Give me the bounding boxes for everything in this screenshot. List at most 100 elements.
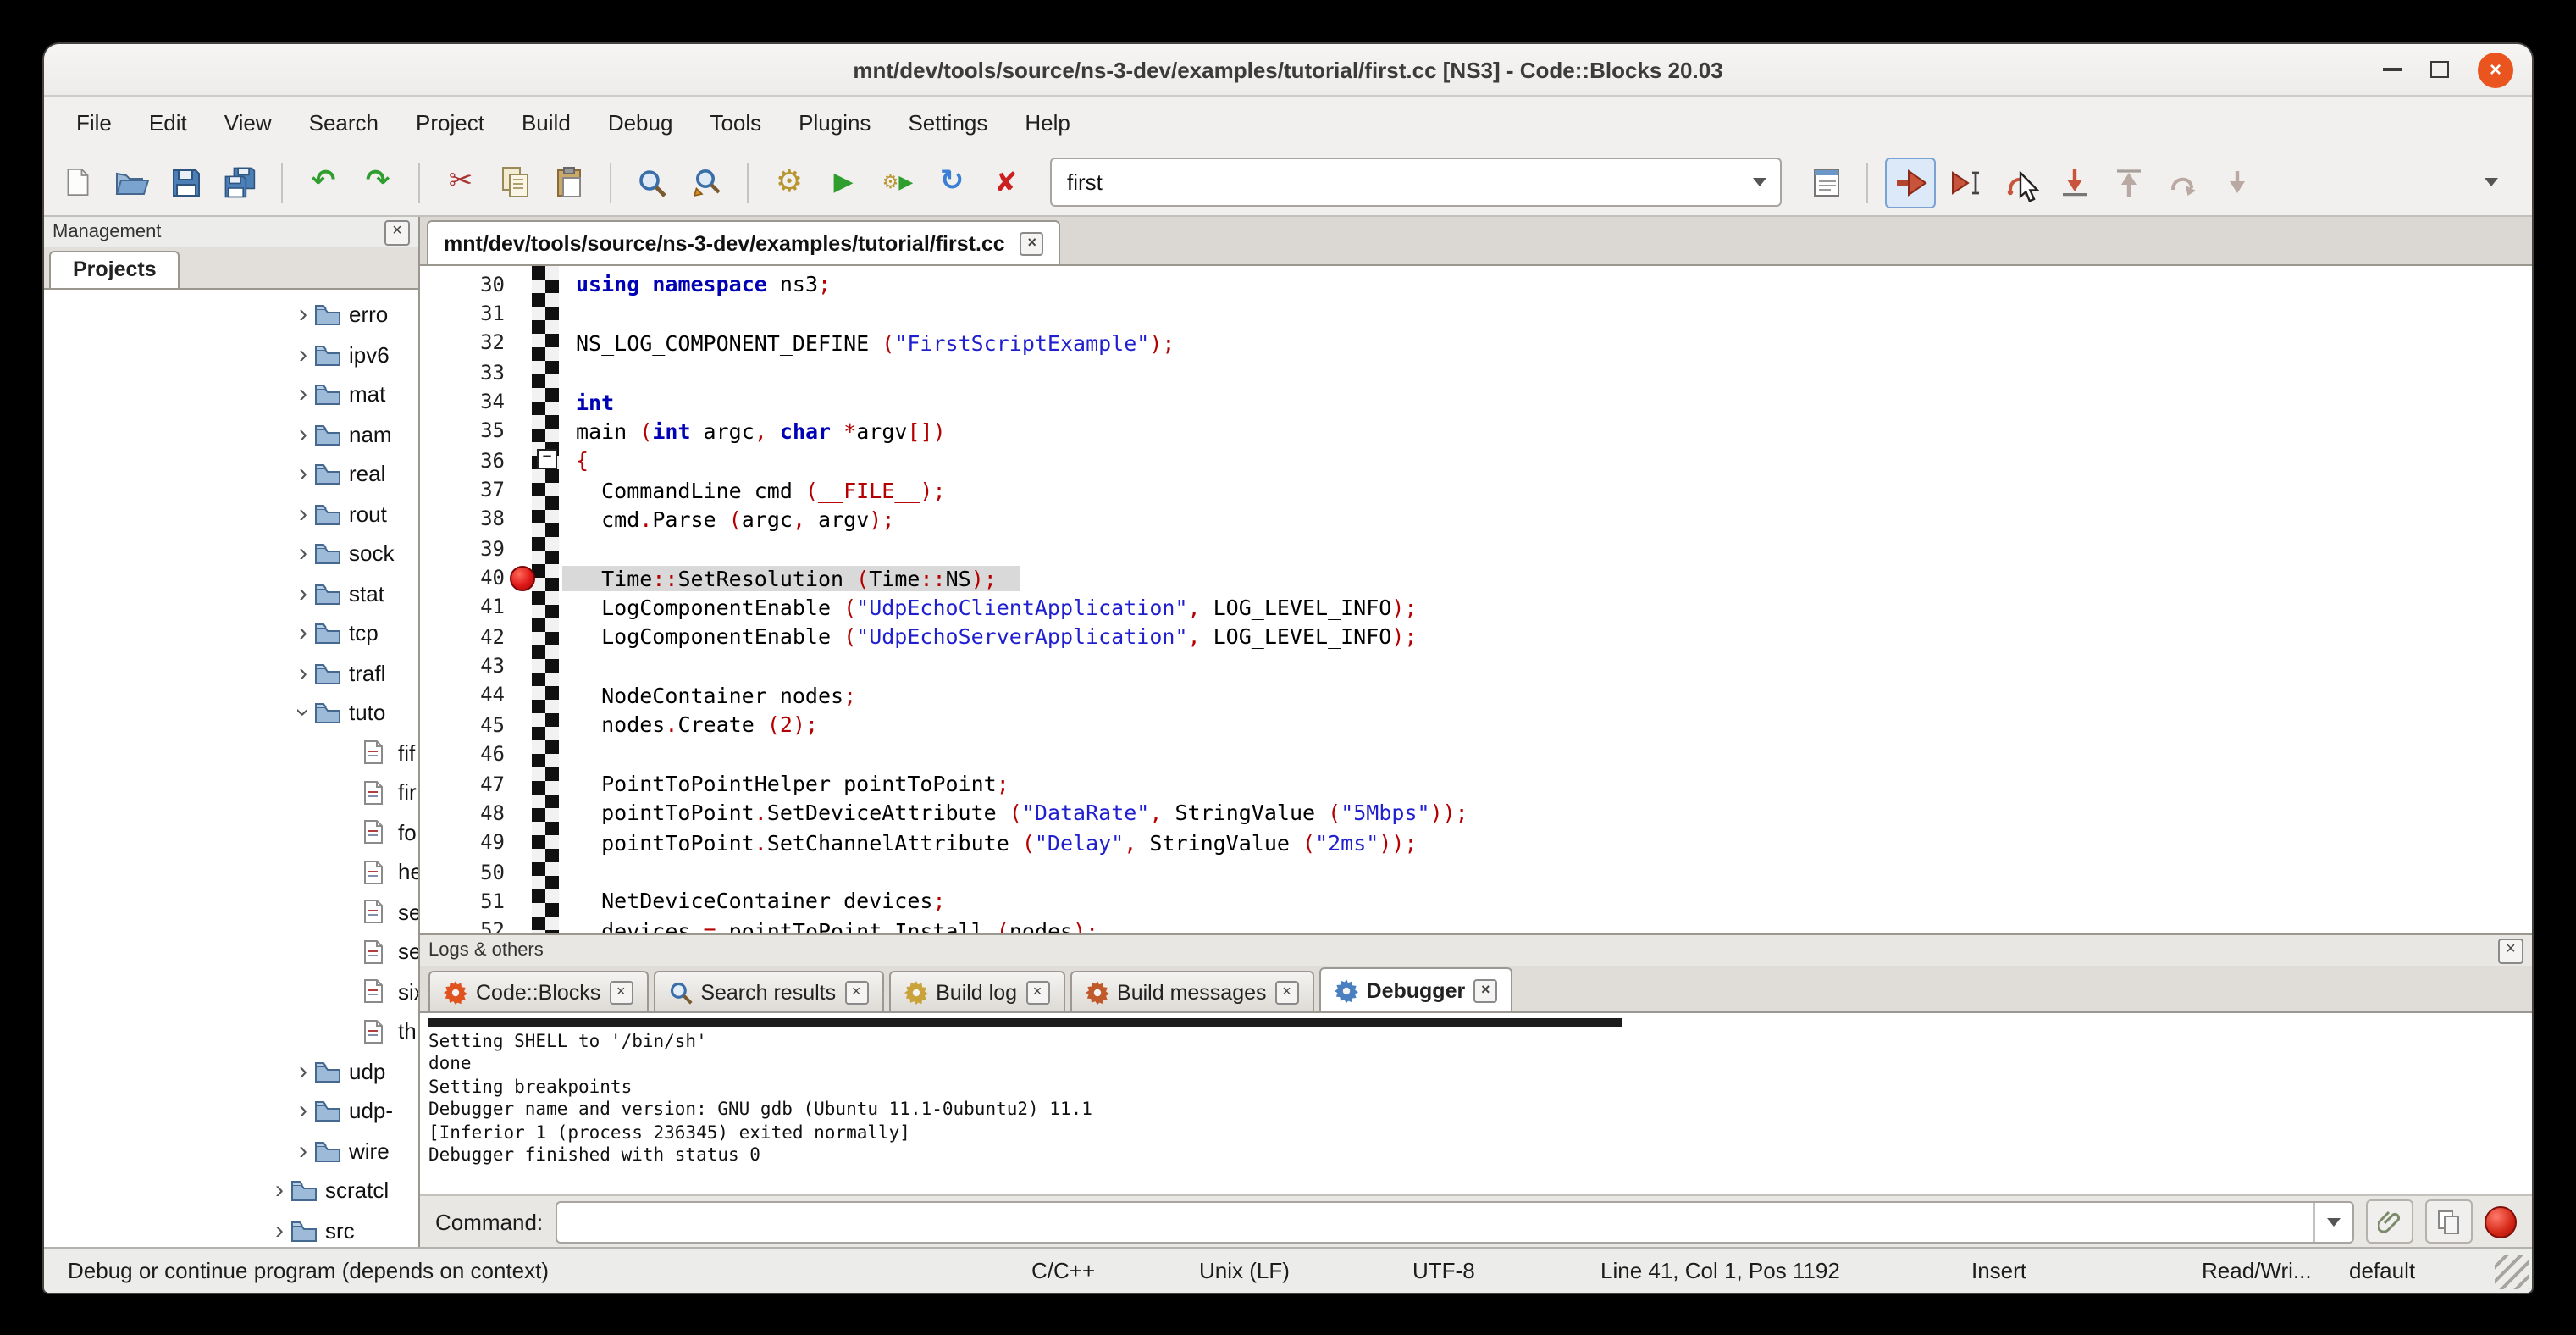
tree-item-nam[interactable]: nam xyxy=(44,414,418,454)
symbol-search-combobox[interactable] xyxy=(1050,158,1782,207)
breakpoint-marker[interactable] xyxy=(509,565,534,590)
chevron-right-icon[interactable] xyxy=(291,422,315,447)
menu-debug[interactable]: Debug xyxy=(589,97,692,149)
step-out-button[interactable] xyxy=(2105,158,2153,206)
code-line[interactable]: 40 Time::SetResolution (Time::NS); xyxy=(420,563,2532,593)
save-button[interactable] xyxy=(163,158,210,206)
tab-close-icon[interactable]: × xyxy=(1020,231,1044,255)
menu-help[interactable]: Help xyxy=(1006,97,1089,149)
tree-item-real[interactable]: real xyxy=(44,454,418,494)
tree-item-erro[interactable]: erro xyxy=(44,295,418,335)
run-button[interactable]: ▶ xyxy=(820,158,867,206)
combobox-chevron-button[interactable] xyxy=(1739,159,1780,205)
tab-projects[interactable]: Projects xyxy=(49,251,180,288)
chevron-right-icon[interactable] xyxy=(291,382,315,407)
code-line[interactable]: 46 xyxy=(420,740,2532,769)
panel-close-button[interactable]: × xyxy=(384,219,410,245)
fold-marker-icon[interactable] xyxy=(537,449,557,469)
tree-item-tuto[interactable]: tuto xyxy=(44,693,418,733)
code-line[interactable]: 37 CommandLine cmd (__FILE__); xyxy=(420,475,2532,505)
menu-project[interactable]: Project xyxy=(397,97,503,149)
menu-tools[interactable]: Tools xyxy=(691,97,780,149)
code-line[interactable]: 38 cmd.Parse (argc, argv); xyxy=(420,505,2532,535)
log-tab-code-blocks[interactable]: Code::Blocks× xyxy=(428,971,648,1011)
tree-item-th[interactable]: th xyxy=(44,1011,418,1051)
code-line[interactable]: 41 LogComponentEnable ("UdpEchoClientApp… xyxy=(420,593,2532,623)
code-line[interactable]: 52 devices = pointToPoint.Install (nodes… xyxy=(420,916,2532,933)
code-line[interactable]: 47 PointToPointHelper pointToPoint; xyxy=(420,769,2532,799)
maximize-button[interactable] xyxy=(2430,61,2449,78)
title-bar[interactable]: mnt/dev/tools/source/ns-3-dev/examples/t… xyxy=(44,44,2532,97)
code-line[interactable]: 44 NodeContainer nodes; xyxy=(420,681,2532,711)
menu-search[interactable]: Search xyxy=(290,97,397,149)
logs-close-button[interactable]: × xyxy=(2498,938,2523,963)
tree-item-rout[interactable]: rout xyxy=(44,494,418,534)
chevron-right-icon[interactable] xyxy=(291,462,315,487)
code-line[interactable]: 50 xyxy=(420,857,2532,887)
tree-item-se[interactable]: se xyxy=(44,932,418,972)
redo-button[interactable]: ↷ xyxy=(354,158,401,206)
chevron-right-icon[interactable] xyxy=(291,581,315,607)
code-line[interactable]: 32NS_LOG_COMPONENT_DEFINE ("FirstScriptE… xyxy=(420,328,2532,357)
chevron-right-icon[interactable] xyxy=(291,1099,315,1124)
tree-item-scratcl[interactable]: scratcl xyxy=(44,1171,418,1210)
rebuild-button[interactable]: ↻ xyxy=(928,158,976,206)
code-line[interactable]: 36{ xyxy=(420,446,2532,475)
code-line[interactable]: 45 nodes.Create (2); xyxy=(420,710,2532,740)
log-tab-search-results[interactable]: Search results× xyxy=(653,971,883,1011)
code-line[interactable]: 30using namespace ns3; xyxy=(420,269,2532,299)
chevron-right-icon[interactable] xyxy=(268,1218,291,1244)
chevron-right-icon[interactable] xyxy=(291,302,315,328)
tree-item-six[interactable]: six xyxy=(44,972,418,1011)
chevron-right-icon[interactable] xyxy=(291,342,315,368)
tab-close-icon[interactable]: × xyxy=(844,980,868,1004)
code-line[interactable]: 51 NetDeviceContainer devices; xyxy=(420,886,2532,916)
command-input[interactable] xyxy=(556,1202,2313,1241)
code-line[interactable]: 48 pointToPoint.SetDeviceAttribute ("Dat… xyxy=(420,798,2532,828)
log-tab-debugger[interactable]: Debugger× xyxy=(1319,967,1513,1011)
code-line[interactable]: 39 xyxy=(420,534,2532,563)
menu-settings[interactable]: Settings xyxy=(889,97,1006,149)
menu-file[interactable]: File xyxy=(58,97,130,149)
code-line[interactable]: 42 LogComponentEnable ("UdpEchoServerApp… xyxy=(420,622,2532,651)
code-line[interactable]: 49 pointToPoint.SetChannelAttribute ("De… xyxy=(420,828,2532,857)
minimize-button[interactable] xyxy=(2383,68,2402,71)
code-editor[interactable]: 30using namespace ns3;3132NS_LOG_COMPONE… xyxy=(420,266,2532,933)
step-into-button[interactable] xyxy=(2051,158,2098,206)
tree-item-wire[interactable]: wire xyxy=(44,1131,418,1171)
code-line[interactable]: 33 xyxy=(420,357,2532,387)
log-output[interactable]: Setting SHELL to '/bin/sh'doneSetting br… xyxy=(420,1013,2532,1194)
cut-button[interactable]: ✂ xyxy=(437,158,484,206)
menu-view[interactable]: View xyxy=(206,97,290,149)
tree-item-udp[interactable]: udp- xyxy=(44,1091,418,1131)
chevron-right-icon[interactable] xyxy=(291,621,315,646)
code-line[interactable]: 43 xyxy=(420,651,2532,681)
new-file-button[interactable] xyxy=(54,158,102,206)
build-button[interactable]: ⚙ xyxy=(766,158,813,206)
close-button[interactable]: × xyxy=(2478,52,2513,87)
tree-item-fif[interactable]: fif xyxy=(44,733,418,773)
tree-item-udp[interactable]: udp xyxy=(44,1051,418,1091)
editor-tab[interactable]: mnt/dev/tools/source/ns-3-dev/examples/t… xyxy=(427,220,1061,264)
log-tab-build-messages[interactable]: Build messages× xyxy=(1070,971,1314,1011)
tab-close-icon[interactable]: × xyxy=(1025,980,1049,1004)
symbol-search-input[interactable] xyxy=(1052,169,1739,195)
copy-button[interactable] xyxy=(491,158,539,206)
undo-button[interactable]: ↶ xyxy=(300,158,347,206)
abort-button[interactable]: ✘ xyxy=(982,158,1030,206)
chevron-right-icon[interactable] xyxy=(291,1059,315,1084)
menu-edit[interactable]: Edit xyxy=(130,97,206,149)
tab-close-icon[interactable]: × xyxy=(1473,978,1497,1002)
tab-close-icon[interactable]: × xyxy=(609,980,633,1004)
tab-close-icon[interactable]: × xyxy=(1275,980,1299,1004)
stop-debugger-button[interactable] xyxy=(2485,1205,2517,1238)
compiler-listing-button[interactable] xyxy=(1802,158,1849,206)
menu-plugins[interactable]: Plugins xyxy=(780,97,889,149)
tree-item-trafl[interactable]: trafl xyxy=(44,653,418,693)
tree-item-src[interactable]: src xyxy=(44,1210,418,1247)
code-line[interactable]: 31 xyxy=(420,299,2532,329)
resize-grip[interactable] xyxy=(2495,1255,2529,1289)
chevron-right-icon[interactable] xyxy=(291,541,315,567)
menu-build[interactable]: Build xyxy=(503,97,589,149)
code-line[interactable]: 35main (int argc, char *argv[]) xyxy=(420,416,2532,446)
